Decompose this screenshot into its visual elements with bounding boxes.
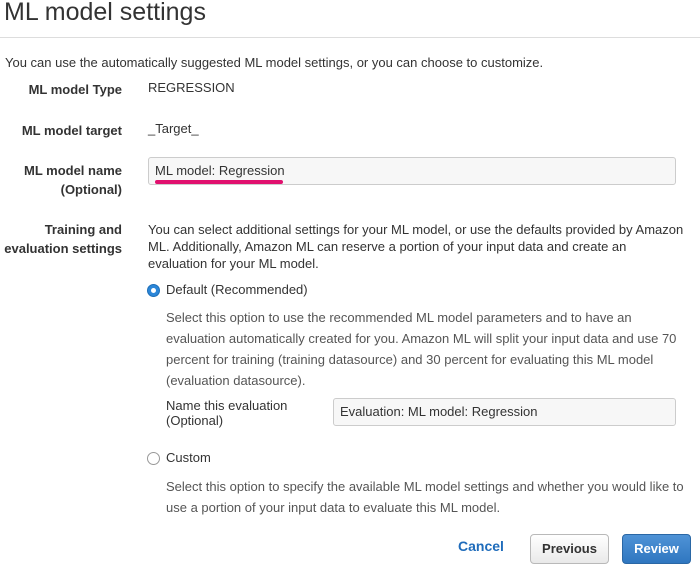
eval-name-input[interactable]: Evaluation: ML model: Regression [333,398,676,426]
training-description-line: evaluation for your ML model. [148,256,319,271]
default-help-line: (evaluation datasource). [166,373,306,388]
default-help-line: evaluation automatically created for you… [166,331,677,346]
training-label-line2: evaluation settings [4,241,122,256]
default-option-help: Select this option to use the recommende… [166,307,686,391]
eval-name-label: Name this evaluation (Optional) [166,398,287,428]
eval-name-label-line2: (Optional) [166,413,224,428]
default-help-line: Select this option to use the recommende… [166,310,632,325]
default-radio[interactable] [147,284,160,297]
header-divider [0,37,700,38]
model-type-label: ML model Type [28,82,122,97]
model-type-value: REGRESSION [148,80,235,95]
model-target-label: ML model target [21,123,122,138]
previous-button[interactable]: Previous [530,534,609,564]
eval-name-label-line1: Name this evaluation [166,398,288,413]
review-button[interactable]: Review [622,534,691,564]
page-title: ML model settings [4,0,206,26]
default-help-line: percent for training (training datasourc… [166,352,654,367]
default-option-label[interactable]: Default (Recommended) [166,282,308,297]
custom-option-label[interactable]: Custom [166,450,211,465]
model-name-label-line1: ML model name [23,163,122,178]
highlight-underline [155,180,283,184]
custom-radio[interactable] [147,452,160,465]
training-description: You can select additional settings for y… [148,221,688,272]
custom-option-help: Select this option to specify the availa… [166,476,686,518]
model-target-value: _Target_ [148,121,199,136]
model-name-label: ML model name (Optional) [0,161,122,199]
training-label-line1: Training and [44,222,122,237]
training-description-line: ML. Additionally, Amazon ML can reserve … [148,239,627,254]
intro-text: You can use the automatically suggested … [5,55,544,70]
custom-help-line: use a portion of your input data to eval… [166,500,501,515]
cancel-button[interactable]: Cancel [458,538,504,554]
model-name-label-line2: (Optional) [60,182,122,197]
training-settings-label: Training and evaluation settings [0,220,122,258]
training-description-line: You can select additional settings for y… [148,222,684,237]
custom-help-line: Select this option to specify the availa… [166,479,684,494]
